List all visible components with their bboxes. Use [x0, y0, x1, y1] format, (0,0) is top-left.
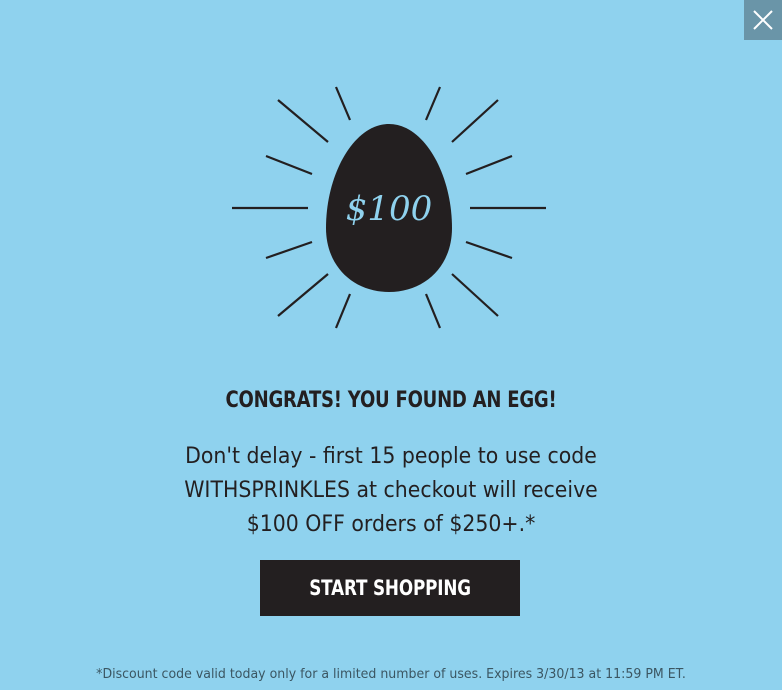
promo-description-line: Don't delay - first 15 people to use cod…	[185, 444, 597, 469]
egg-amount-label: $100	[346, 189, 433, 229]
start-shopping-label: START SHOPPING	[309, 576, 471, 600]
close-icon	[753, 10, 773, 30]
start-shopping-button[interactable]: START SHOPPING	[260, 560, 520, 616]
promo-description-line: WITHSPRINKLES at checkout will receive	[184, 478, 598, 503]
promo-description-line: $100 OFF orders of $250+.*	[246, 512, 536, 537]
egg-illustration: $100	[232, 86, 546, 329]
close-button[interactable]	[744, 0, 782, 40]
discount-disclaimer: *Discount code valid today only for a li…	[96, 666, 686, 682]
promo-modal: $100 CONGRATS! YOU FOUND AN EGG! Don't d…	[0, 0, 782, 690]
promo-headline: CONGRATS! YOU FOUND AN EGG!	[225, 388, 557, 413]
promo-description: Don't delay - first 15 people to use cod…	[27, 440, 754, 542]
